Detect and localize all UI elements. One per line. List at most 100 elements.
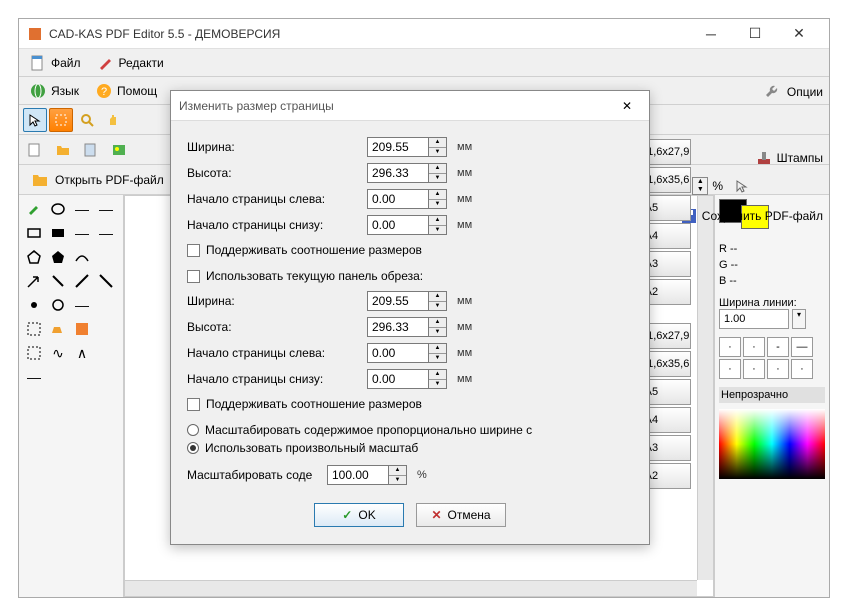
properties-panel: R -- G -- B -- Ширина линии: ▾ · · - — ·… [714,195,829,597]
pattern-8[interactable]: · [791,359,813,379]
hand-tool[interactable] [101,108,125,132]
left2-spinner[interactable]: ▲▼ [429,343,447,363]
pattern-dot[interactable]: · [743,337,765,357]
height-label: Высота: [187,166,367,180]
tri-tool[interactable]: — [71,223,93,243]
menu-help[interactable]: ? Помощ [89,80,163,102]
bottom2-spinner[interactable]: ▲▼ [429,369,447,389]
height-spinner[interactable]: ▲▼ [429,163,447,183]
menu-language-label: Язык [51,84,79,98]
aspect2-checkbox[interactable] [187,398,200,411]
ellipse-tool[interactable] [47,199,69,219]
x-icon: ✕ [431,508,441,522]
wave-tool[interactable]: ∿ [47,343,69,363]
minimize-button[interactable]: ─ [689,20,733,48]
menu-language[interactable]: Язык [23,80,85,102]
aspect2-label: Поддерживать соотношение размеров [206,397,422,411]
ok-button[interactable]: ✓ OK [314,503,404,527]
left-spinner[interactable]: ▲▼ [429,189,447,209]
pentagon-tool[interactable] [23,247,45,267]
linewidth-input[interactable] [719,309,789,329]
radio-proportional[interactable] [187,424,199,436]
zoom-tool[interactable] [75,108,99,132]
color-picker[interactable] [719,409,825,479]
square-sel-tool[interactable] [23,343,45,363]
left2-input[interactable] [367,343,429,363]
open-folder-button[interactable] [51,138,75,162]
menu-options-label[interactable]: Опции [787,85,823,99]
width-unit: мм [457,141,472,153]
rect-tool[interactable] [23,223,45,243]
pentagon-fill-tool[interactable] [47,247,69,267]
height-input[interactable] [367,163,429,183]
caret-tool[interactable]: ∧ [71,343,93,363]
scale-input[interactable] [327,465,389,485]
radio-prop-label: Масштабировать содержимое пропорциональн… [205,423,532,437]
width2-spinner[interactable]: ▲▼ [429,291,447,311]
menu-file-label: Файл [51,56,81,70]
radio-free[interactable] [187,442,199,454]
tri2-tool[interactable]: — [95,223,117,243]
pen-tool[interactable] [47,271,69,291]
pattern-6[interactable]: · [743,359,765,379]
width-spinner[interactable]: ▲▼ [429,137,447,157]
help-icon: ? [95,82,113,100]
pattern-dash[interactable]: - [767,337,789,357]
scale-spinner[interactable]: ▲▼ [389,465,407,485]
brush-tool[interactable] [23,199,45,219]
trim-checkbox[interactable] [187,270,200,283]
open-pdf-button[interactable]: Открыть PDF-файл [23,169,172,191]
pattern-none[interactable]: · [719,337,741,357]
bottom2-input[interactable] [367,369,429,389]
h-tool[interactable]: — [71,295,93,315]
arrow-tool[interactable] [23,271,45,291]
blank-doc-button[interactable] [79,138,103,162]
horizontal-scrollbar[interactable] [125,580,697,596]
select-tool[interactable] [49,108,73,132]
stamps-button[interactable]: Штампы [755,149,823,167]
image-button[interactable] [107,138,131,162]
bottom2-label: Начало страницы снизу: [187,372,367,386]
marquee-tool[interactable] [23,319,45,339]
width2-unit: мм [457,295,472,307]
menu-edit[interactable]: Редакти [91,52,170,74]
app-icon [27,26,43,42]
radio-free-label: Использовать произвольный масштаб [205,441,418,455]
line-tool[interactable]: — [71,199,93,219]
rect-fill-tool[interactable] [47,223,69,243]
curve-tool[interactable] [71,247,93,267]
diag2-tool[interactable] [95,271,117,291]
dialog-close-button[interactable]: ✕ [613,94,641,118]
cancel-button[interactable]: ✕ Отмена [416,503,506,527]
width2-input[interactable] [367,291,429,311]
bucket-tool[interactable] [47,319,69,339]
line2-tool[interactable]: — [95,199,117,219]
menu-file[interactable]: Файл [23,52,87,74]
bottom-input[interactable] [367,215,429,235]
save-pdf-button[interactable]: Сохранить PDF-файл [680,207,823,225]
diag-tool[interactable] [71,271,93,291]
left-input[interactable] [367,189,429,209]
height2-spinner[interactable]: ▲▼ [429,317,447,337]
dot-tool[interactable] [23,295,45,315]
pattern-solid[interactable]: — [791,337,813,357]
new-doc-button[interactable] [23,138,47,162]
minus-tool[interactable]: — [23,367,45,387]
cursor-icon [735,179,749,193]
width-input[interactable] [367,137,429,157]
height2-input[interactable] [367,317,429,337]
bottom-spinner[interactable]: ▲▼ [429,215,447,235]
pattern-5[interactable]: · [719,359,741,379]
pattern-7[interactable]: · [767,359,789,379]
maximize-button[interactable]: ☐ [733,20,777,48]
close-button[interactable]: ✕ [777,20,821,48]
ring-tool[interactable] [47,295,69,315]
left2-label: Начало страницы слева: [187,346,367,360]
width-label: Ширина: [187,140,367,154]
bottom-unit: мм [457,219,472,231]
bottom-label: Начало страницы снизу: [187,218,367,232]
vertical-scrollbar[interactable] [697,196,713,580]
cursor-tool[interactable] [23,108,47,132]
aspect-checkbox[interactable] [187,244,200,257]
gradient-tool[interactable] [71,319,93,339]
